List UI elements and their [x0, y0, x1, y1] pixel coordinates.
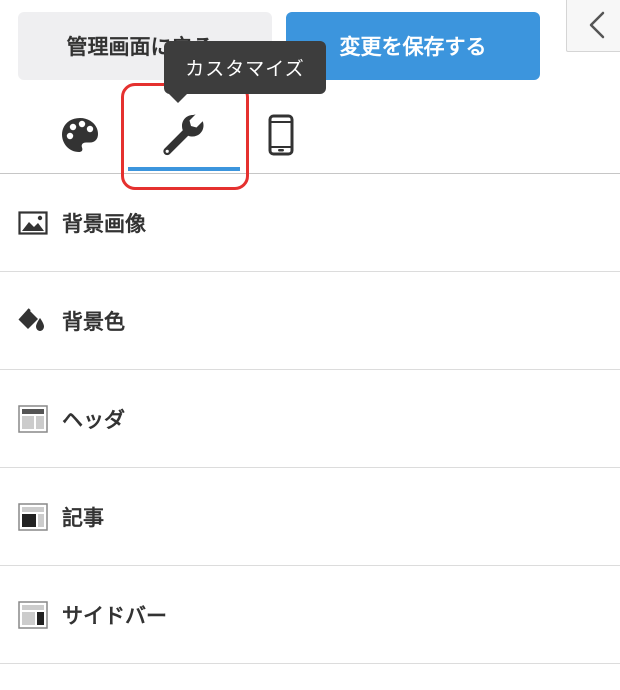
menu-item-background-image[interactable]: 背景画像 — [0, 174, 620, 272]
wrench-icon — [163, 114, 204, 156]
menu-item-label: 背景画像 — [62, 211, 146, 236]
tab-mobile[interactable] — [245, 96, 317, 174]
menu-item-header[interactable]: ヘッダ — [0, 370, 620, 468]
palette-icon — [62, 118, 98, 152]
menu-item-article[interactable]: 記事 — [0, 468, 620, 566]
customizer-header: 管理画面に戻る 変更を保存する カスタマイズ — [0, 0, 620, 190]
layout-article-icon — [18, 502, 48, 532]
menu-item-background-color[interactable]: 背景色 — [0, 272, 620, 370]
tooltip-arrow — [168, 93, 188, 103]
menu-item-sidebar[interactable]: サイドバー — [0, 566, 620, 664]
tooltip: カスタマイズ — [164, 41, 326, 94]
smartphone-icon — [268, 114, 294, 156]
collapse-panel-button[interactable] — [566, 0, 620, 52]
menu-item-label: 記事 — [62, 505, 104, 530]
menu-item-label: サイドバー — [62, 603, 167, 628]
menu-item-label: ヘッダ — [62, 407, 125, 432]
tab-design[interactable] — [40, 96, 120, 174]
layout-header-icon — [18, 404, 48, 434]
chevron-left-icon — [589, 11, 605, 39]
image-icon — [18, 208, 48, 238]
layout-sidebar-icon — [18, 600, 48, 630]
customize-menu: 背景画像 背景色 ヘッダ 記事 サイドバー — [0, 174, 620, 664]
menu-item-label: 背景色 — [62, 309, 125, 334]
paint-bucket-icon — [18, 306, 48, 336]
active-tab-indicator — [128, 167, 240, 171]
tab-customize[interactable] — [126, 96, 240, 174]
